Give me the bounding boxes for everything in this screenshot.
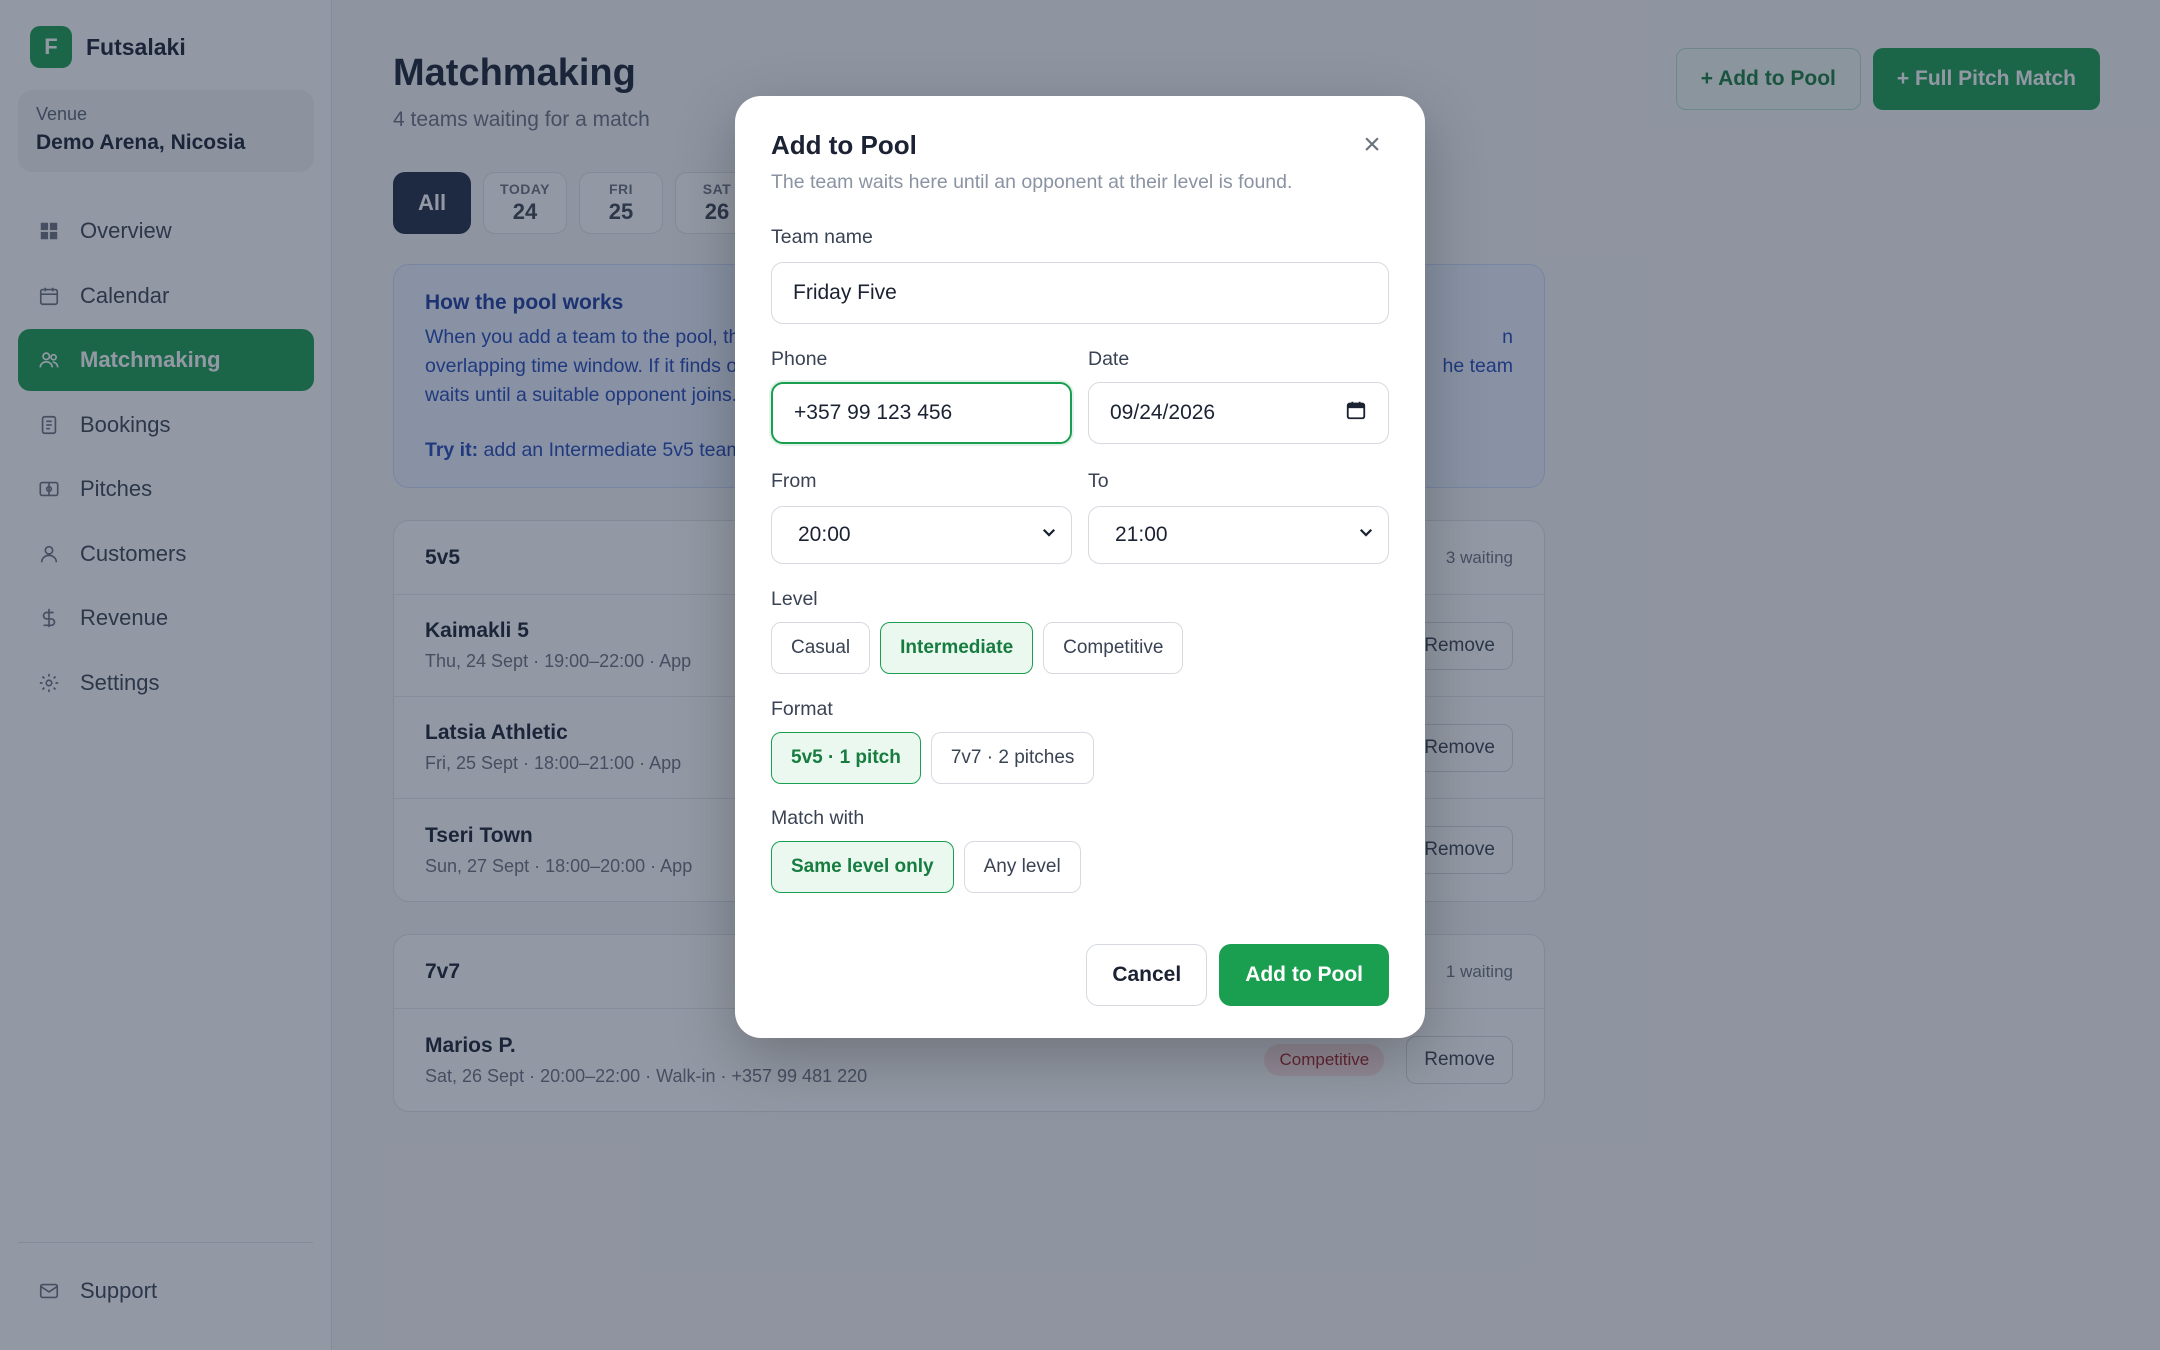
from-select[interactable]: 20:00	[771, 506, 1072, 564]
close-icon[interactable]: ×	[1357, 128, 1387, 161]
cancel-button[interactable]: Cancel	[1086, 944, 1208, 1006]
format-label: Format	[771, 698, 833, 720]
date-value: 09/24/2026	[1110, 401, 1216, 424]
format-option-7v7[interactable]: 7v7 · 2 pitches	[930, 732, 1095, 784]
chevron-down-icon	[1040, 523, 1058, 547]
from-value: 20:00	[798, 523, 851, 546]
modal-actions: Cancel Add to Pool	[1086, 944, 1389, 1006]
modal-title: Add to Pool	[771, 130, 917, 160]
date-label: Date	[1088, 348, 1130, 370]
calendar-icon[interactable]	[1345, 399, 1367, 427]
date-input[interactable]: 09/24/2026	[1088, 382, 1389, 444]
to-label: To	[1088, 470, 1109, 492]
level-option-competitive[interactable]: Competitive	[1043, 622, 1184, 674]
level-label: Level	[771, 588, 818, 610]
level-option-intermediate[interactable]: Intermediate	[880, 622, 1034, 674]
match-option-same-level[interactable]: Same level only	[771, 841, 954, 893]
submit-add-to-pool-button[interactable]: Add to Pool	[1219, 944, 1389, 1006]
add-to-pool-modal: Add to Pool × The team waits here until …	[735, 96, 1425, 1038]
modal-subtitle: The team waits here until an opponent at…	[771, 171, 1293, 193]
level-option-casual[interactable]: Casual	[771, 622, 871, 674]
match-with-label: Match with	[771, 807, 865, 829]
phone-input[interactable]: +357 99 123 456	[771, 382, 1072, 444]
from-label: From	[771, 470, 817, 492]
format-option-5v5[interactable]: 5v5 · 1 pitch	[771, 732, 921, 784]
match-with-options: Same level only Any level	[771, 841, 1081, 893]
to-value: 21:00	[1115, 523, 1168, 546]
format-options: 5v5 · 1 pitch 7v7 · 2 pitches	[771, 732, 1095, 784]
team-name-input[interactable]: Friday Five	[771, 262, 1389, 324]
match-option-any-level[interactable]: Any level	[963, 841, 1081, 893]
to-select[interactable]: 21:00	[1088, 506, 1389, 564]
level-options: Casual Intermediate Competitive	[771, 622, 1184, 674]
chevron-down-icon	[1357, 523, 1375, 547]
phone-label: Phone	[771, 348, 828, 370]
team-name-label: Team name	[771, 226, 873, 248]
